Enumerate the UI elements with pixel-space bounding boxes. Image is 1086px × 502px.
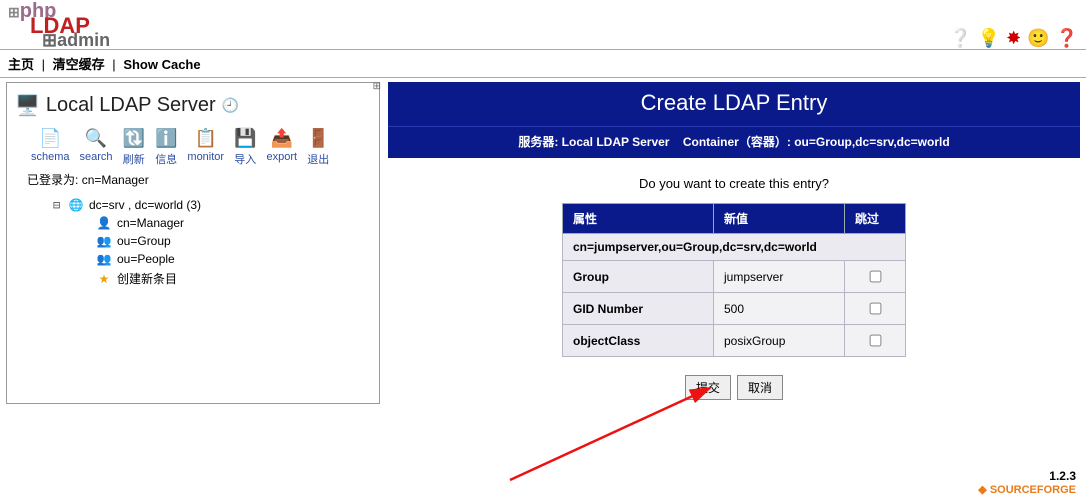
smiley-icon[interactable]: 🙂 <box>1027 28 1049 49</box>
top-bar: ⊞php LDAP ⊞admin ❔ 💡 ✸ 🙂 ❓ <box>0 0 1086 49</box>
panel-collapse-icon[interactable]: ⊞ <box>373 81 381 92</box>
tool-monitor[interactable]: 📋 monitor <box>187 128 224 167</box>
help-icon[interactable]: ❔ <box>949 28 971 49</box>
tree-node-label: 创建新条目 <box>117 270 177 287</box>
nav-show-cache[interactable]: Show Cache <box>123 57 200 72</box>
skip-checkbox[interactable] <box>870 303 882 315</box>
tool-label: schema <box>31 151 70 163</box>
confirm-question: Do you want to create this entry? <box>639 158 829 203</box>
tree-node-icon: 👥 <box>95 252 113 266</box>
attr-value: posixGroup <box>714 325 845 357</box>
tool-label: 信息 <box>155 151 177 167</box>
monitor-icon: 📋 <box>195 128 217 149</box>
context-bar: 服务器: Local LDAP Server Container（容器）: ou… <box>388 126 1080 158</box>
entry-dn: cn=jumpserver,ou=Group,dc=srv,dc=world <box>563 234 906 261</box>
schema-icon: 📄 <box>39 128 61 149</box>
attr-name: GID Number <box>563 293 714 325</box>
col-skip: 跳过 <box>845 204 906 234</box>
tree-node-icon: ★ <box>95 272 113 286</box>
attr-name: objectClass <box>563 325 714 357</box>
tool-label: 导入 <box>234 151 256 167</box>
search-icon: 🔍 <box>85 128 107 149</box>
version-label: 1.2.3 <box>978 469 1076 483</box>
tool-refresh[interactable]: 🔃 刷新 <box>123 128 145 167</box>
tool-label: 刷新 <box>123 151 145 167</box>
bug-icon[interactable]: ✸ <box>1006 28 1021 49</box>
attr-value: 500 <box>714 293 845 325</box>
logo: ⊞php LDAP ⊞admin <box>8 4 110 47</box>
table-row: GID Number500 <box>563 293 906 325</box>
tree-node-label: cn=Manager <box>117 216 184 230</box>
tree-node-label: ou=Group <box>117 234 171 248</box>
nav-home[interactable]: 主页 <box>8 57 34 72</box>
export-icon: 📤 <box>271 128 293 149</box>
server-title: 🖥️ Local LDAP Server 🕘 <box>13 89 373 122</box>
table-row: Groupjumpserver <box>563 261 906 293</box>
button-row: 提交 取消 <box>685 357 783 418</box>
submit-button[interactable]: 提交 <box>685 375 731 400</box>
question-icon[interactable]: ❓ <box>1056 28 1078 49</box>
tool-label: search <box>80 151 113 163</box>
globe-icon: 🌐 <box>67 198 85 212</box>
tool-label: export <box>267 151 298 163</box>
tool-logout[interactable]: 🚪 退出 <box>307 128 329 167</box>
import-icon: 💾 <box>234 128 256 149</box>
skip-checkbox[interactable] <box>870 271 882 283</box>
ldap-tree: ⊟ 🌐 dc=srv , dc=world (3) 👤 cn=Manager 👥 ou… <box>13 196 373 289</box>
tree-node-label: ou=People <box>117 252 175 266</box>
tree-node-icon: 👥 <box>95 234 113 248</box>
tool-import[interactable]: 💾 导入 <box>234 128 256 167</box>
tool-label: monitor <box>187 151 224 163</box>
tree-panel: ⊞ 🖥️ Local LDAP Server 🕘 📄 schema 🔍 search 🔃… <box>6 82 380 404</box>
attr-value: jumpserver <box>714 261 845 293</box>
tool-schema[interactable]: 📄 schema <box>31 128 70 167</box>
top-icon-bar: ❔ 💡 ✸ 🙂 ❓ <box>949 4 1078 49</box>
tool-search[interactable]: 🔍 search <box>80 128 113 167</box>
info-icon: ℹ️ <box>155 128 177 149</box>
tree-node-group[interactable]: 👥 ou=Group <box>81 232 373 250</box>
skip-checkbox[interactable] <box>870 335 882 347</box>
server-icon: 🖥️ <box>15 93 40 118</box>
main-panel: Create LDAP Entry 服务器: Local LDAP Server… <box>388 82 1080 418</box>
tool-export[interactable]: 📤 export <box>267 128 298 167</box>
tree-node-people[interactable]: 👥 ou=People <box>81 250 373 268</box>
logout-icon: 🚪 <box>307 128 329 149</box>
tool-label: 退出 <box>307 151 329 167</box>
attr-name: Group <box>563 261 714 293</box>
col-attr: 属性 <box>563 204 714 234</box>
entry-table: 属性 新值 跳过 cn=jumpserver,ou=Group,dc=srv,d… <box>562 203 906 357</box>
tip-icon[interactable]: 💡 <box>978 28 1000 49</box>
tool-info[interactable]: ℹ️ 信息 <box>155 128 177 167</box>
refresh-icon: 🔃 <box>123 128 145 149</box>
page-title: Create LDAP Entry <box>388 82 1080 126</box>
top-nav: 主页 | 清空缓存 | Show Cache <box>0 49 1086 78</box>
logged-in-row: 已登录为: cn=Manager <box>13 169 373 196</box>
tree-node-manager[interactable]: 👤 cn=Manager <box>81 214 373 232</box>
table-row: objectClassposixGroup <box>563 325 906 357</box>
nav-purge-cache[interactable]: 清空缓存 <box>53 57 105 72</box>
clock-icon[interactable]: 🕘 <box>222 97 239 114</box>
cancel-button[interactable]: 取消 <box>737 375 783 400</box>
toolbar: 📄 schema 🔍 search 🔃 刷新 ℹ️ 信息 📋 monitor 💾 导入 📤 export 🚪… <box>13 122 373 169</box>
tree-collapse-icon[interactable]: ⊟ <box>53 198 63 212</box>
tree-node-icon: 👤 <box>95 216 113 230</box>
main-header: Create LDAP Entry 服务器: Local LDAP Server… <box>388 82 1080 158</box>
sourceforge-link[interactable]: ◆ SOURCEFORGE <box>978 483 1076 496</box>
tree-root[interactable]: ⊟ 🌐 dc=srv , dc=world (3) <box>53 196 373 214</box>
col-newval: 新值 <box>714 204 845 234</box>
footer: 1.2.3 ◆ SOURCEFORGE <box>978 469 1076 496</box>
tree-node-new[interactable]: ★ 创建新条目 <box>81 268 373 289</box>
